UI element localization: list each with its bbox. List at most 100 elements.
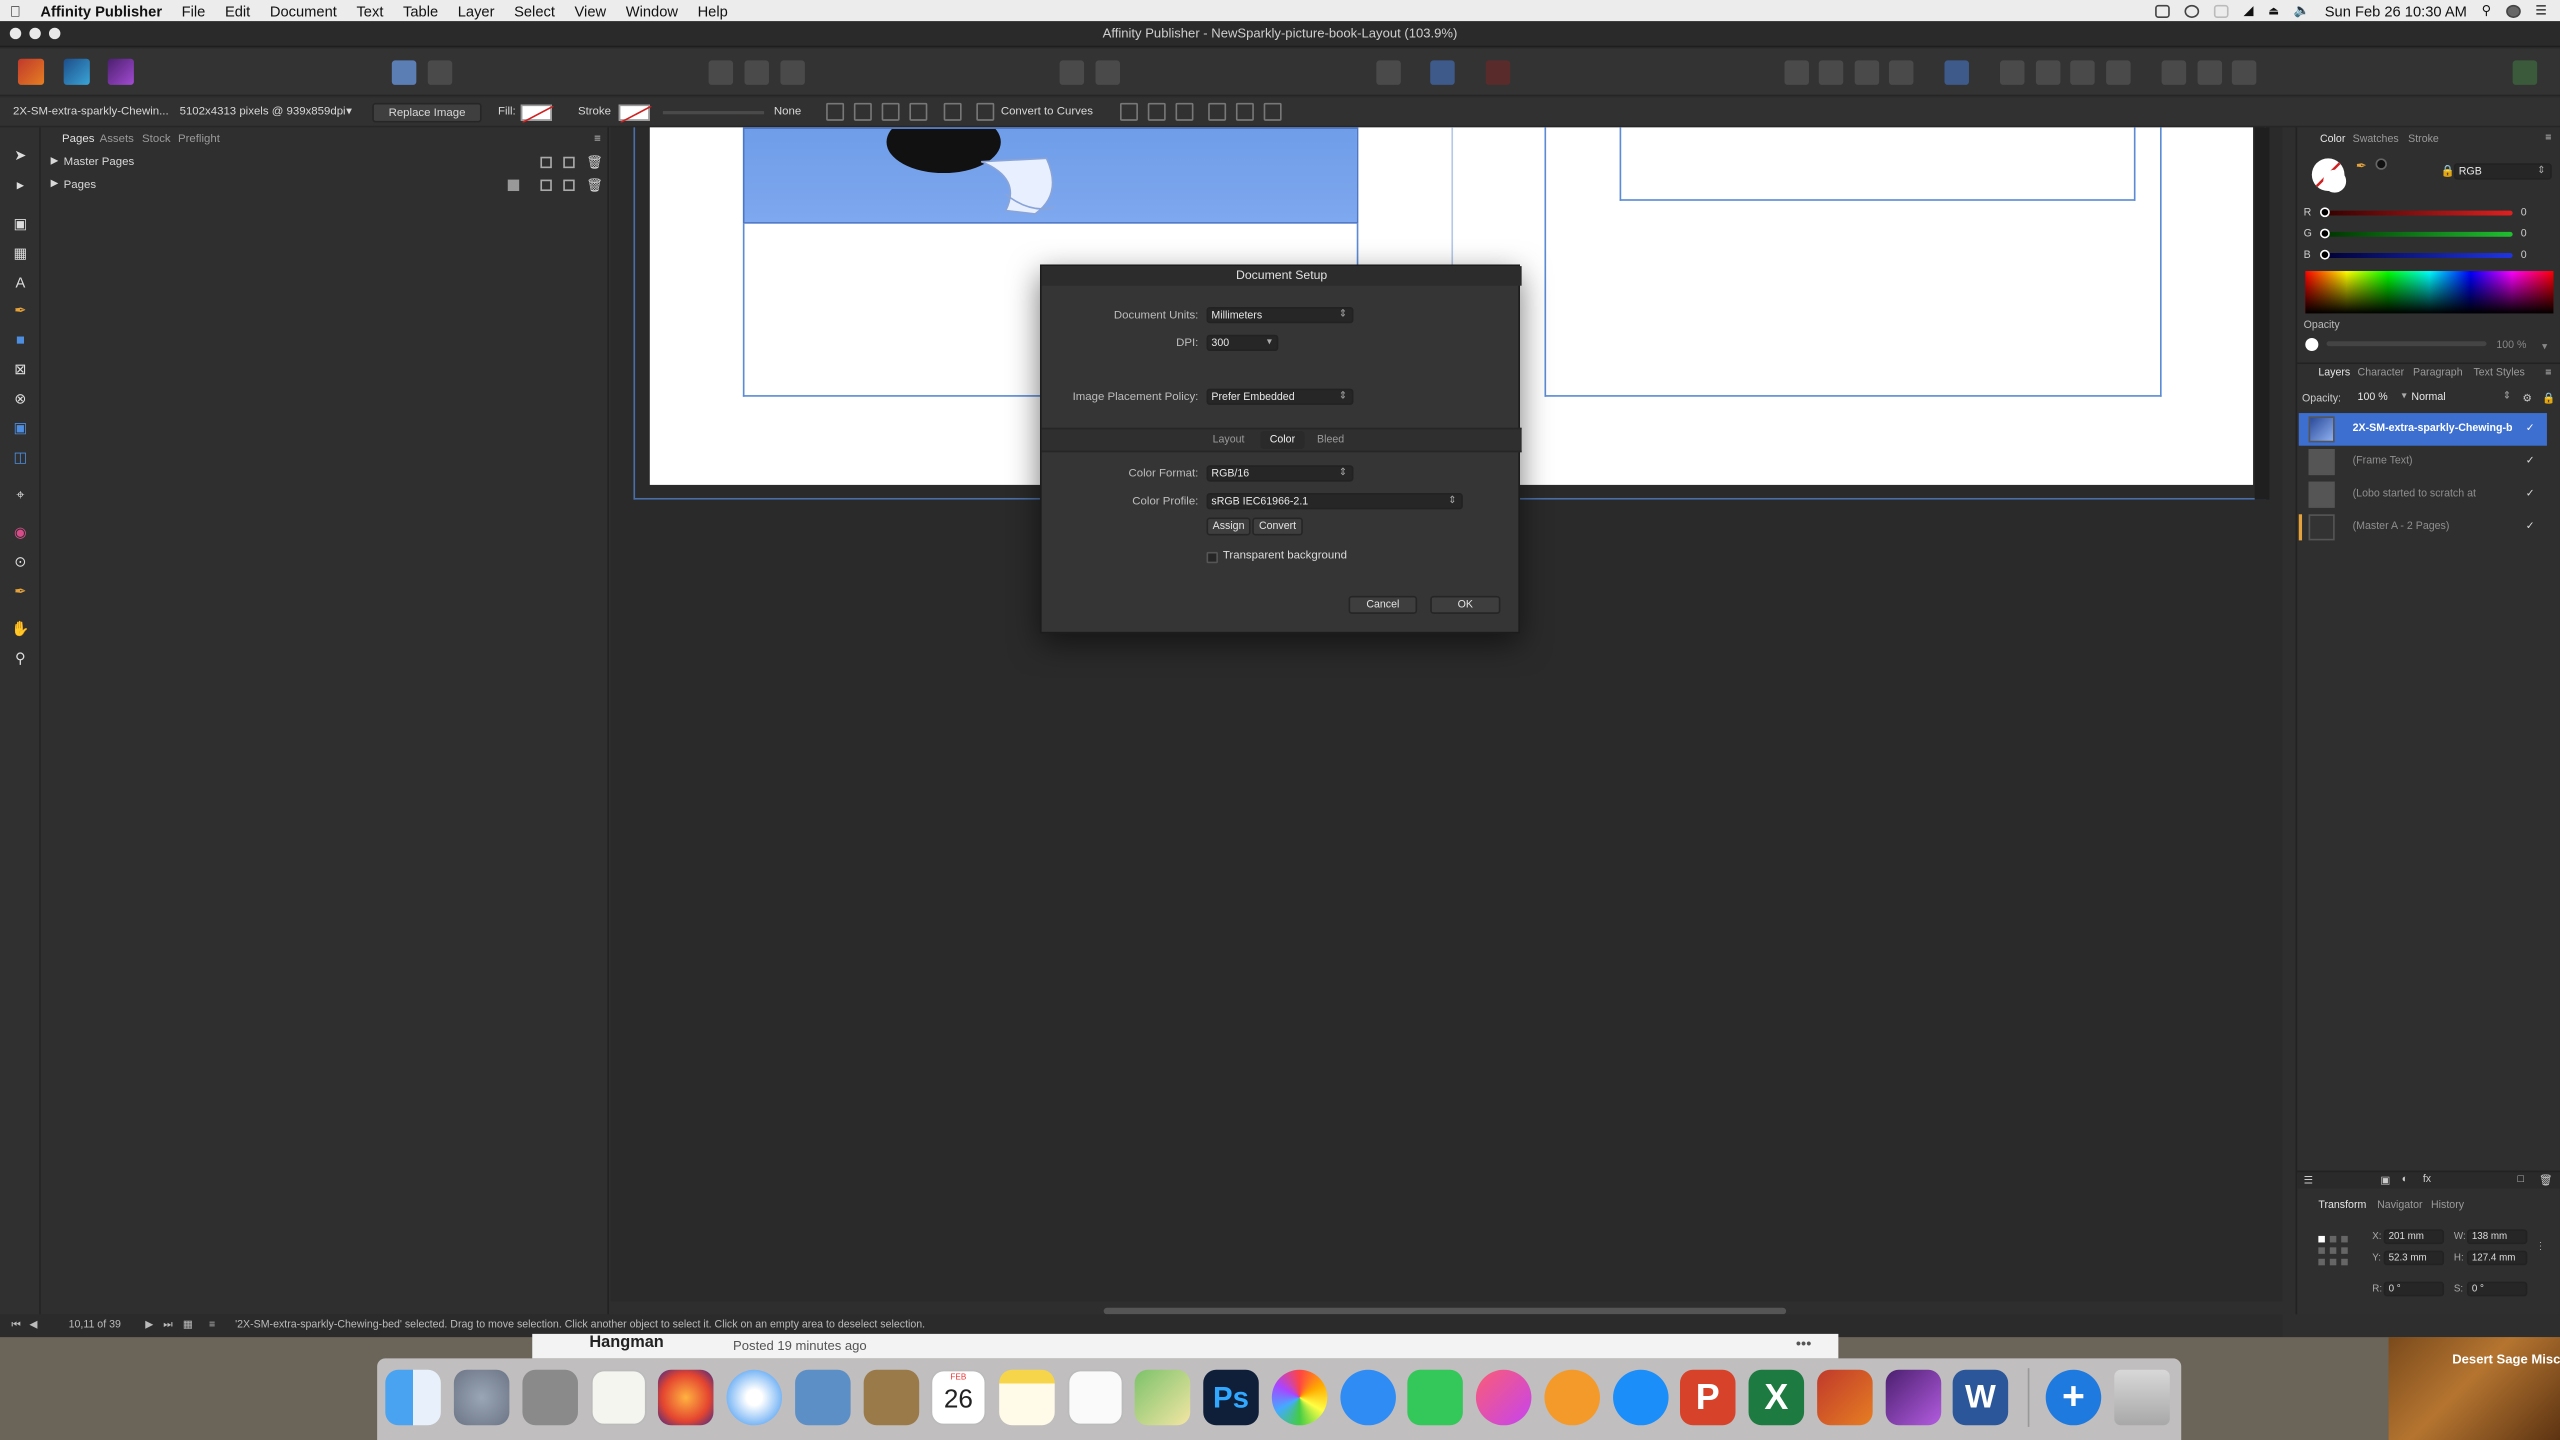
arrange-front-icon[interactable]: [1854, 60, 1880, 85]
affinity-photo-icon[interactable]: [1885, 1369, 1942, 1426]
menu-help[interactable]: Help: [688, 2, 738, 18]
text-frame-tool-icon[interactable]: ▣: [11, 216, 29, 234]
tab-stroke[interactable]: Stroke: [2408, 134, 2439, 145]
preview-icon[interactable]: [795, 1369, 851, 1426]
blue-value[interactable]: 0: [2521, 250, 2527, 261]
rotate-right-icon[interactable]: [2106, 60, 2131, 85]
cancel-button[interactable]: Cancel: [1348, 595, 1418, 614]
panel-menu-icon[interactable]: ≡: [2545, 132, 2551, 143]
page-options-icon[interactable]: [507, 179, 520, 192]
blend-mode-select[interactable]: Normal ⇕: [2408, 390, 2516, 406]
pages-row[interactable]: ▶ Pages 🗑: [41, 175, 609, 196]
app-menu[interactable]: Affinity Publisher: [31, 2, 172, 18]
panel-menu-icon[interactable]: ≡: [594, 134, 601, 145]
align-middle-icon[interactable]: [1235, 102, 1254, 121]
chevron-down-icon[interactable]: ▾: [1267, 336, 1272, 351]
books-icon[interactable]: [1544, 1369, 1600, 1426]
tab-bleed[interactable]: Bleed: [1308, 431, 1354, 449]
boolean-add-icon[interactable]: [2161, 60, 2187, 85]
shear-field[interactable]: 0 °: [2466, 1281, 2528, 1297]
tab-pages[interactable]: Pages: [62, 134, 94, 145]
volume-icon[interactable]: 🔈: [2294, 3, 2310, 18]
layer-row-selected[interactable]: 2X-SM-extra-sparkly-Chewing-b ✓: [2298, 413, 2547, 446]
zoom-window-button[interactable]: [48, 27, 61, 40]
crop-tool-icon[interactable]: ⌖: [11, 487, 29, 505]
disclosure-triangle-icon[interactable]: ▶: [51, 175, 59, 196]
color-format-select[interactable]: RGB/16 ⇕: [1206, 465, 1354, 482]
duplicate-master-icon[interactable]: [563, 156, 575, 169]
mask-icon[interactable]: ▣: [2380, 1174, 2390, 1187]
color-spectrum[interactable]: [2305, 271, 2554, 314]
insert-page-icon[interactable]: [540, 179, 552, 192]
powerpoint-icon[interactable]: P: [1679, 1369, 1736, 1426]
hand-tool-icon[interactable]: ✋: [11, 620, 29, 638]
rectangle-tool-icon[interactable]: ■: [11, 331, 29, 349]
menu-window[interactable]: Window: [616, 2, 688, 18]
affinity-publisher-icon[interactable]: [1817, 1369, 1873, 1426]
place-image-tool-icon[interactable]: ▣: [11, 420, 29, 438]
replace-image-button[interactable]: Replace Image: [372, 102, 482, 123]
reminders-icon[interactable]: [1067, 1369, 1124, 1426]
picture-frame-image[interactable]: [742, 127, 1359, 224]
desktop-folder-image[interactable]: Desert Sage Misc.: [2388, 1337, 2560, 1440]
photos-icon[interactable]: [1271, 1369, 1328, 1426]
zoom-tool-icon[interactable]: ⚲: [11, 650, 29, 668]
calendar-icon[interactable]: FEB 26: [930, 1369, 987, 1426]
panel-menu-icon[interactable]: ≡: [2545, 367, 2551, 378]
menu-file[interactable]: File: [172, 2, 215, 18]
excel-icon[interactable]: X: [1748, 1369, 1805, 1426]
red-slider-handle[interactable]: [2319, 207, 2330, 218]
menu-document[interactable]: Document: [260, 2, 347, 18]
rotation-field[interactable]: 0 °: [2383, 1281, 2445, 1297]
spread-view-icon[interactable]: ▦: [183, 1314, 193, 1337]
stroke-width-slider[interactable]: [662, 111, 765, 115]
boolean-intersect-icon[interactable]: [2231, 60, 2257, 85]
notefile-icon[interactable]: [863, 1369, 920, 1426]
stroke-swatch[interactable]: [618, 104, 652, 123]
last-page-icon[interactable]: ⏭: [163, 1314, 173, 1337]
blue-slider[interactable]: [2323, 253, 2513, 258]
menu-select[interactable]: Select: [504, 2, 564, 18]
calculator-icon[interactable]: [522, 1369, 578, 1426]
frame-icon[interactable]: [744, 60, 769, 85]
insert-page-icon[interactable]: [708, 60, 734, 85]
vertical-scrollbar[interactable]: [2254, 127, 2270, 500]
forum-topic-title[interactable]: Hangman: [589, 1334, 663, 1352]
notes-icon[interactable]: [999, 1369, 1055, 1426]
notification-center-icon[interactable]: ☰: [2535, 3, 2547, 18]
scale-icon[interactable]: [881, 102, 900, 121]
tab-layers[interactable]: Layers: [2318, 367, 2350, 378]
transparency-tool-icon[interactable]: ⊙: [11, 553, 29, 571]
trash-icon[interactable]: [2114, 1369, 2170, 1426]
color-profile-select[interactable]: sRGB IEC61966-2.1 ⇕: [1206, 493, 1463, 510]
color-mode-select[interactable]: RGB ⇕: [2453, 163, 2552, 180]
y-field[interactable]: 52.3 mm: [2383, 1250, 2445, 1266]
w-field[interactable]: 138 mm: [2466, 1229, 2528, 1245]
textedit-icon[interactable]: [591, 1369, 647, 1426]
flip-horizontal-icon[interactable]: [1999, 60, 2025, 85]
rotate-left-icon[interactable]: [2070, 60, 2095, 85]
align-bottom-icon[interactable]: [1263, 102, 1282, 121]
table-tool-icon[interactable]: ▦: [11, 245, 29, 263]
word-icon[interactable]: W: [1952, 1369, 2009, 1426]
x-field[interactable]: 201 mm: [2383, 1229, 2445, 1245]
fill-swatch[interactable]: [520, 104, 554, 123]
insert-master-icon[interactable]: [540, 156, 552, 169]
shape-tool-icon[interactable]: ◫: [11, 449, 29, 467]
image-placement-select[interactable]: Prefer Embedded ⇕: [1206, 388, 1354, 405]
blue-slider-handle[interactable]: [2319, 249, 2330, 260]
stroke-color-well[interactable]: [2323, 169, 2347, 193]
opacity-slider[interactable]: [2326, 341, 2487, 347]
chevron-down-icon[interactable]: ▾: [346, 98, 352, 127]
layer-visibility-checkbox[interactable]: ✓: [2526, 413, 2535, 446]
picture-frame-tool-icon[interactable]: ⊠: [11, 361, 29, 379]
menu-edit[interactable]: Edit: [215, 2, 260, 18]
transparent-background-label[interactable]: Transparent background: [1223, 550, 1347, 561]
delete-page-icon[interactable]: 🗑: [586, 175, 603, 196]
lock-icon[interactable]: 🔒: [2542, 392, 2555, 404]
finder-icon[interactable]: [385, 1369, 441, 1426]
h-field[interactable]: 127.4 mm: [2466, 1250, 2528, 1266]
fx-icon[interactable]: fx: [2423, 1174, 2431, 1185]
layers-stack-icon[interactable]: ☰: [2304, 1174, 2314, 1187]
text-frame-right[interactable]: [1619, 127, 2136, 201]
